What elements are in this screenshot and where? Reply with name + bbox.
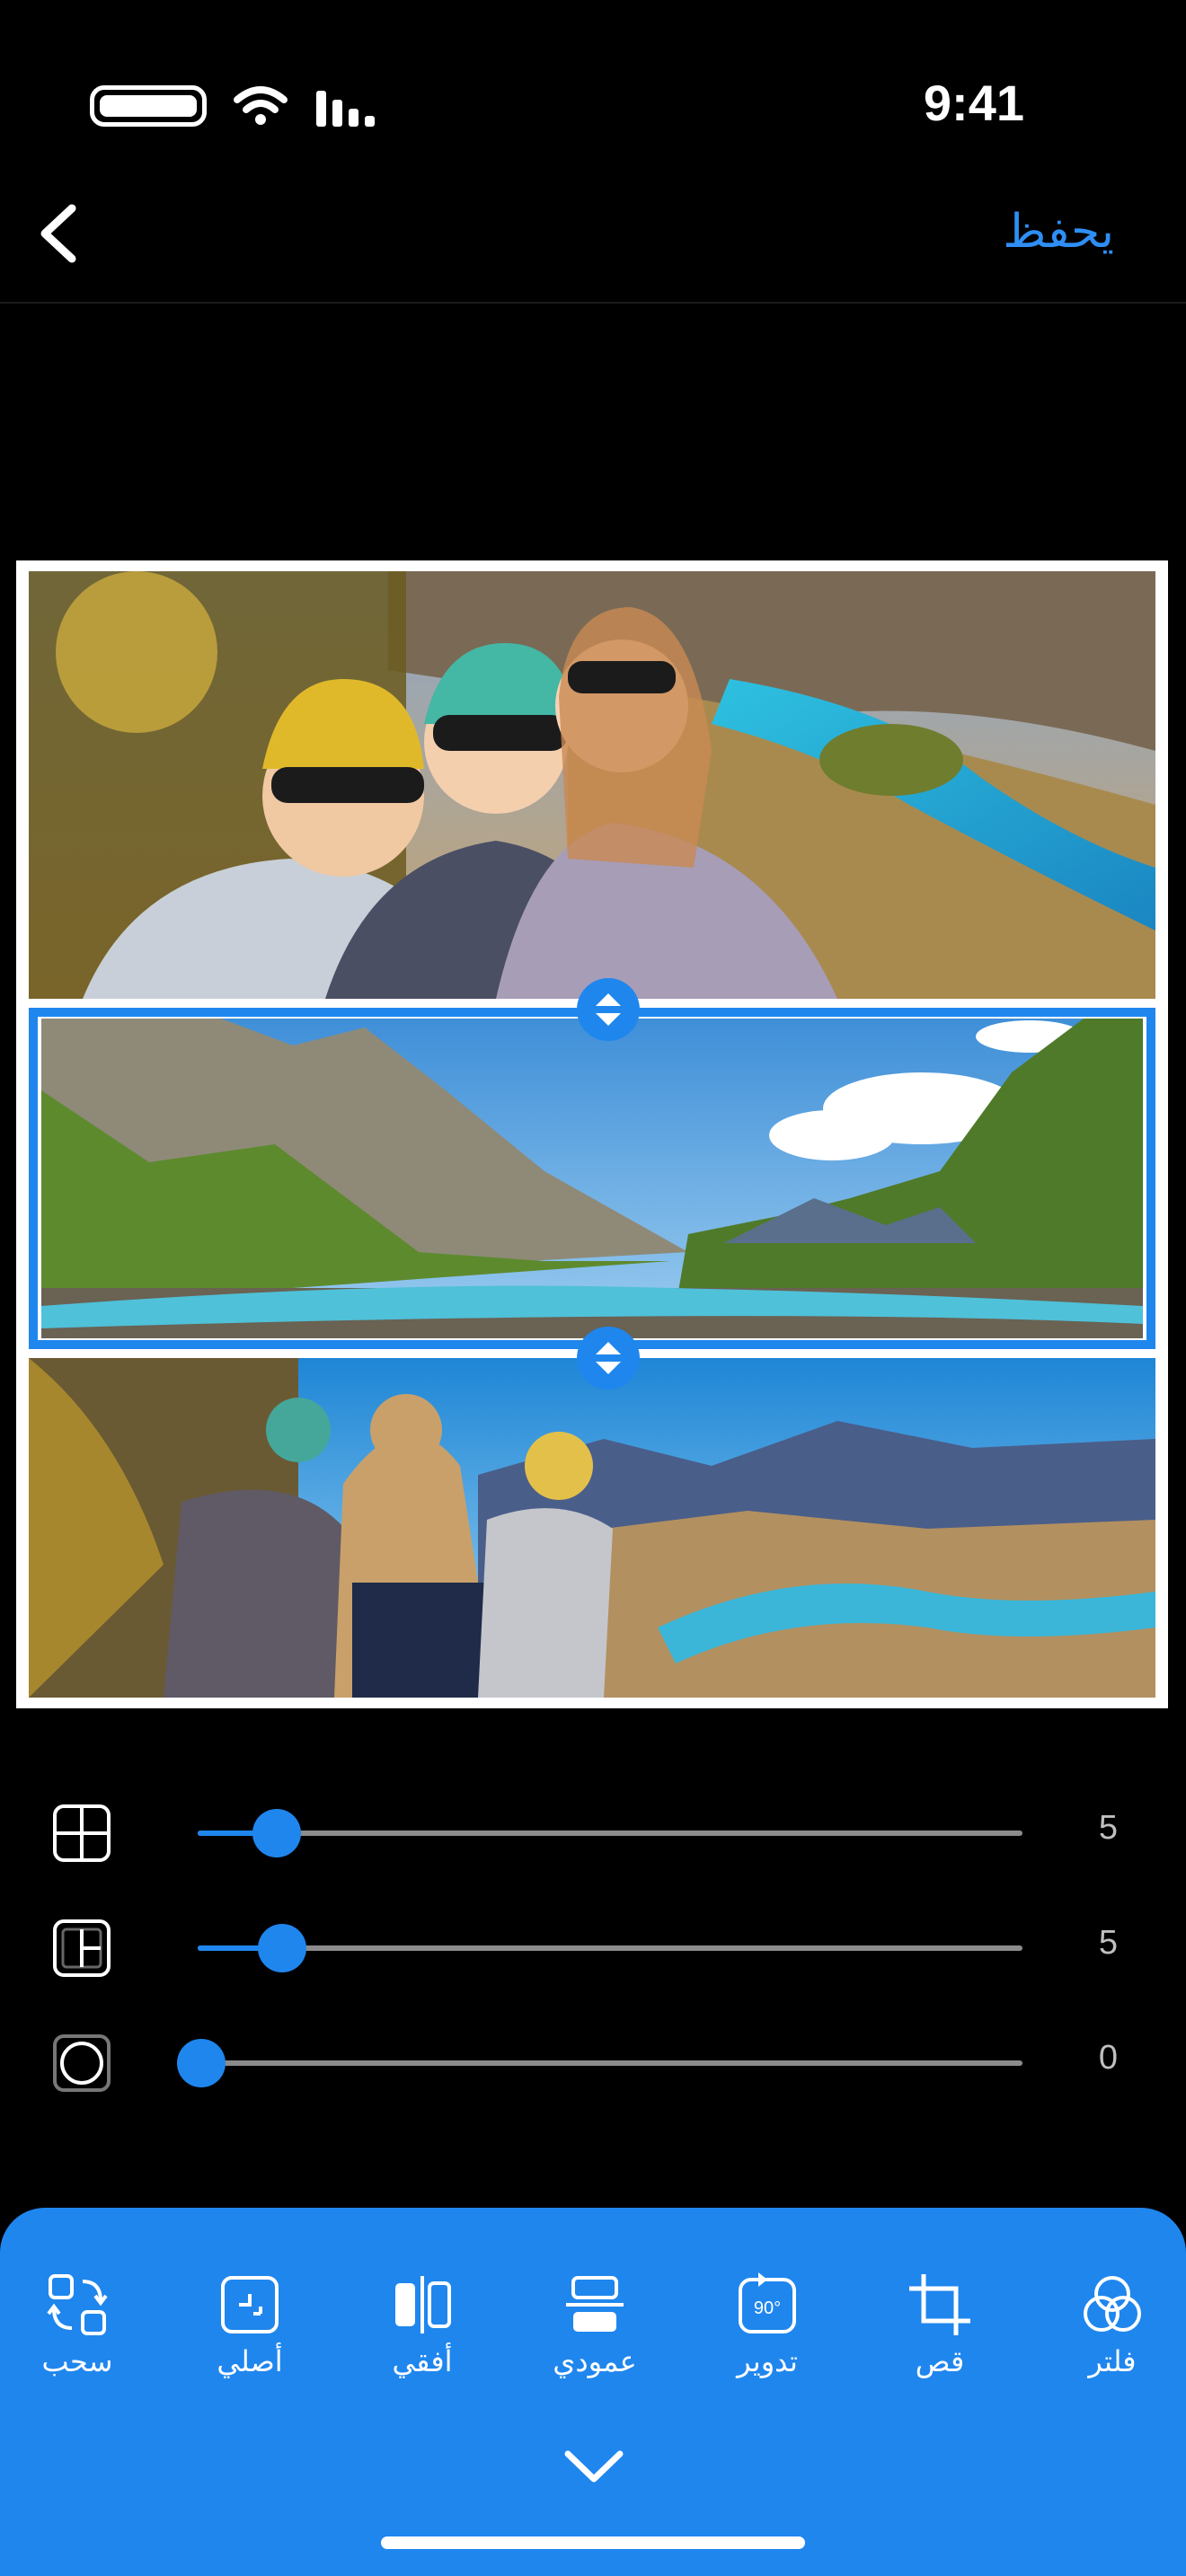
resize-handle-top[interactable] — [577, 978, 640, 1041]
collage-canvas — [16, 560, 1168, 1708]
rotate-90-icon: 90° — [739, 2272, 796, 2333]
slider-track[interactable] — [198, 1924, 1022, 1972]
tool-label: سحب — [41, 2344, 113, 2378]
status-time: 9:41 — [923, 75, 1024, 131]
nav-bar: يحفظ — [0, 162, 1186, 304]
status-bar: 9:41 — [0, 0, 1186, 162]
tool-filter[interactable]: فلتر — [1040, 2271, 1184, 2378]
filter-icon — [1084, 2276, 1141, 2332]
slider-value: 0 — [1098, 2039, 1118, 2077]
chevron-left-icon — [40, 204, 76, 263]
slider-knob[interactable] — [252, 1809, 301, 1857]
tool-original[interactable]: أصلي — [178, 2271, 322, 2378]
tool-label: عمودي — [553, 2344, 637, 2378]
collage-photo-2-selected[interactable] — [29, 1008, 1155, 1349]
flip-vertical-icon — [566, 2276, 624, 2332]
edit-toolbar: سحب أصلي أفقي عمودي 90° تدوير قص فلتر — [0, 2208, 1186, 2576]
flip-horizontal-icon — [395, 2276, 451, 2333]
slider-knob[interactable] — [258, 1924, 306, 1972]
tool-flip-horizontal[interactable]: أفقي — [350, 2271, 494, 2378]
tool-label: فلتر — [1088, 2344, 1137, 2378]
tool-rotate[interactable]: 90° تدوير — [695, 2271, 839, 2378]
save-button[interactable]: يحفظ — [1003, 205, 1114, 259]
grid-outer-icon — [53, 1919, 111, 1977]
circle-radius-icon — [53, 2034, 111, 2092]
chevron-down-icon[interactable] — [562, 2443, 625, 2488]
slider-value: 5 — [1098, 1924, 1118, 1962]
tool-flip-vertical[interactable]: عمودي — [523, 2271, 667, 2378]
slider-inner-border[interactable]: 5 — [0, 1787, 1186, 1877]
slider-track[interactable] — [198, 1809, 1022, 1857]
back-button[interactable] — [27, 198, 99, 269]
battery-icon — [90, 85, 207, 127]
status-icons — [90, 85, 377, 127]
cellular-signal-icon — [316, 91, 375, 127]
slider-outer-border[interactable]: 5 — [0, 1902, 1186, 1992]
tool-label: قص — [915, 2344, 965, 2378]
tool-label: تدوير — [737, 2344, 798, 2378]
collage-photo-3[interactable] — [29, 1358, 1155, 1698]
slider-knob[interactable] — [177, 2039, 226, 2087]
vertical-resize-icon — [596, 993, 621, 1026]
collage-photo-1[interactable] — [29, 571, 1155, 999]
slider-corner-radius[interactable]: 0 — [0, 2017, 1186, 2107]
tool-swap[interactable]: سحب — [5, 2271, 149, 2378]
slider-value: 5 — [1098, 1809, 1118, 1847]
swap-icon — [47, 2274, 108, 2335]
tool-label: أصلي — [217, 2344, 283, 2378]
original-icon — [221, 2276, 279, 2333]
svg-text:90°: 90° — [754, 2298, 781, 2318]
vertical-resize-icon — [596, 1342, 621, 1374]
wifi-icon — [234, 86, 288, 125]
grid-inner-icon — [53, 1804, 111, 1862]
tool-label: أفقي — [392, 2344, 453, 2378]
resize-handle-bottom[interactable] — [577, 1327, 640, 1389]
slider-track[interactable] — [177, 2039, 1022, 2087]
tool-crop[interactable]: قص — [868, 2271, 1012, 2378]
home-indicator — [381, 2536, 805, 2549]
crop-icon — [909, 2274, 970, 2335]
